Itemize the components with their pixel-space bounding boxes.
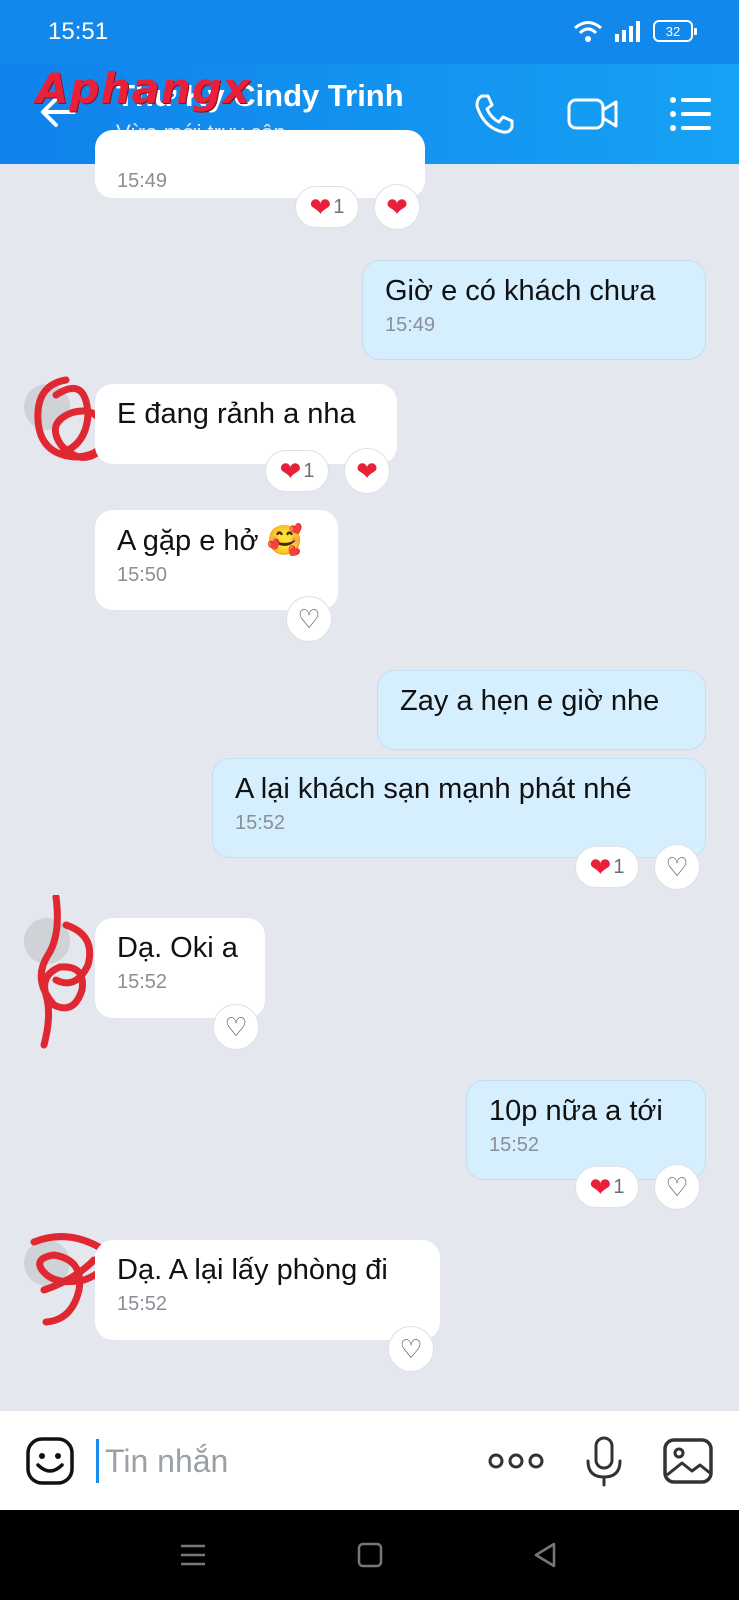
status-icons: 32 [573,20,697,42]
message-text: E đang rảnh a nha [117,398,356,430]
system-nav-bar [0,1510,739,1600]
reaction-count[interactable]: ❤ 1 [575,846,639,888]
heart-icon: ❤ [356,455,378,486]
heart-reaction-button[interactable]: ♡ [286,596,332,642]
phone-icon[interactable] [470,90,518,138]
message-time: 15:50 [117,564,168,586]
list-menu-icon[interactable] [666,90,714,138]
reaction-count-value: 1 [613,1175,625,1198]
message-input[interactable]: Tin nhắn [96,1439,456,1483]
heart-icon: ❤ [386,191,408,222]
heart-icon: ❤ [279,455,302,486]
message-time: 15:49 [117,170,168,192]
video-camera-icon[interactable] [566,90,620,138]
microphone-icon[interactable] [578,1435,630,1487]
battery-level: 32 [665,23,681,39]
battery-icon: 32 [653,20,697,42]
message-time: 15:52 [117,971,168,993]
message-time: 15:52 [235,812,286,834]
heart-reaction-button[interactable]: ♡ [654,844,700,890]
heart-outline-icon: ♡ [297,603,321,634]
message-bubble-outgoing[interactable]: A lại khách sạn mạnh phát nhé 15:52 [212,758,706,858]
reaction-count-value: 1 [613,855,625,878]
heart-outline-icon: ♡ [224,1011,248,1042]
message-text: A gặp e hở 🥰 [117,525,303,557]
message-time: 15:52 [117,1293,168,1315]
message-text: Dạ. A lại lấy phòng đi [117,1254,388,1286]
sticker-emoji-icon[interactable] [24,1435,76,1487]
heart-outline-icon: ♡ [665,851,689,882]
heart-icon: ❤ [309,191,332,222]
redaction-scribble [37,895,94,1049]
message-bubble-incoming[interactable]: A gặp e hở 🥰 15:50 [95,510,338,610]
heart-icon: ❤ [589,1171,612,1202]
message-bubble-outgoing[interactable]: Giờ e có khách chưa 15:49 [362,260,706,360]
message-bubble-incoming[interactable]: Dạ. Oki a 15:52 [95,918,265,1018]
message-bubble-incoming[interactable]: 15:49 [95,130,425,198]
reaction-count-value: 1 [303,459,315,482]
message-text: Giờ e có khách chưa [385,275,656,307]
heart-reaction-button[interactable]: ♡ [654,1164,700,1210]
recent-apps-icon[interactable] [178,1540,208,1570]
heart-outline-icon: ♡ [665,1171,689,1202]
wifi-icon [574,21,602,42]
message-time: 15:52 [489,1134,540,1156]
message-text: A lại khách sạn mạnh phát nhé [235,773,632,805]
message-bubble-incoming[interactable]: Dạ. A lại lấy phòng đi 15:52 [95,1240,440,1340]
reaction-count[interactable]: ❤ 1 [575,1166,639,1208]
message-text: Zay a hẹn e giờ nhe [400,685,660,717]
heart-reaction-button[interactable]: ❤ [344,448,390,494]
heart-reaction-button[interactable]: ♡ [388,1326,434,1372]
more-dots-icon[interactable] [486,1435,546,1487]
watermark: Aphangx [36,64,251,113]
heart-reaction-button[interactable]: ❤ [374,184,420,230]
back-nav-icon[interactable] [530,1540,560,1570]
heart-reaction-button[interactable]: ♡ [213,1004,259,1050]
image-gallery-icon[interactable] [662,1435,714,1487]
message-bubble-outgoing[interactable]: Zay a hẹn e giờ nhe [377,670,706,750]
message-composer: Tin nhắn [0,1410,739,1510]
message-time: 15:49 [385,314,436,336]
message-text: 10p nữa a tới [489,1095,663,1127]
reaction-count-value: 1 [333,195,345,218]
home-icon[interactable] [355,1540,385,1570]
reaction-count[interactable]: ❤ 1 [295,186,359,228]
reaction-count[interactable]: ❤ 1 [265,450,329,492]
signal-icon [615,21,640,42]
heart-outline-icon: ♡ [399,1333,423,1364]
status-time: 15:51 [48,18,109,45]
status-bar: 15:51 32 [0,0,739,64]
heart-icon: ❤ [589,851,612,882]
message-text: Dạ. Oki a [117,932,238,964]
